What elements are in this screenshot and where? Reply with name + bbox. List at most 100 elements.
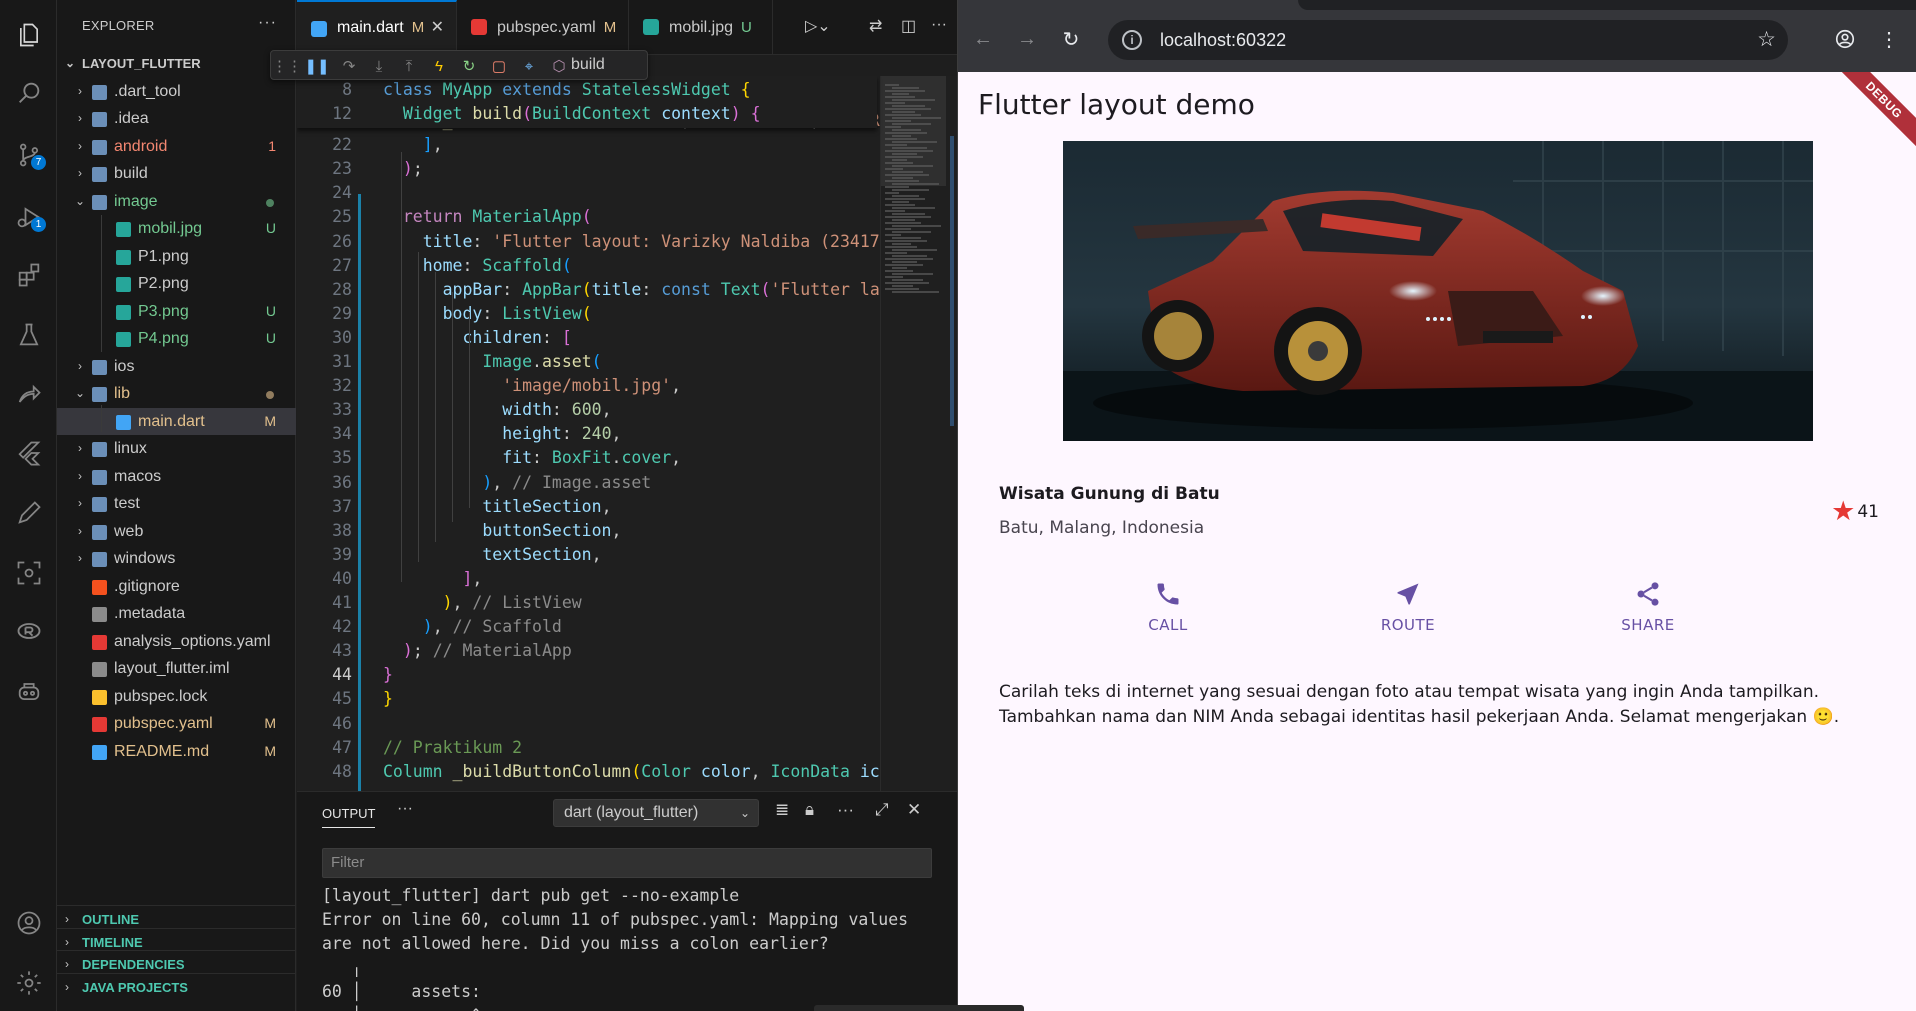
bookmark-star-icon[interactable]: ☆ — [1757, 20, 1776, 60]
tab-mobil-jpg[interactable]: mobil.jpg U — [629, 0, 773, 55]
remote-explorer-icon[interactable] — [12, 378, 46, 412]
code-line[interactable]: 45} — [297, 687, 877, 711]
call-button[interactable]: CALL — [1098, 580, 1238, 634]
panel-more-icon[interactable]: ··· — [397, 800, 413, 818]
code-line[interactable]: 27 home: Scaffold( — [297, 254, 877, 278]
devtools-icon[interactable]: ⌖ — [519, 56, 539, 76]
code-line[interactable]: 39 textSection, — [297, 543, 877, 567]
tree-item[interactable]: .gitignore — [57, 573, 296, 601]
drag-handle-icon[interactable]: ⋮⋮ — [272, 56, 302, 76]
code-line[interactable]: 43 ); // MaterialApp — [297, 639, 877, 663]
stop-icon[interactable]: ▢ — [489, 56, 509, 76]
code-line[interactable]: 38 buttonSection, — [297, 519, 877, 543]
tree-item[interactable]: pubspec.yaml M — [57, 710, 296, 738]
tree-item[interactable]: P1.png — [57, 243, 296, 271]
account-icon[interactable] — [12, 906, 46, 940]
run-icon[interactable]: ▷⌄ — [805, 16, 831, 36]
run-debug-icon[interactable]: 1 — [12, 200, 46, 234]
flutter-icon[interactable] — [12, 436, 46, 470]
tree-item[interactable]: › test — [57, 490, 296, 518]
code-line[interactable]: 26 title: 'Flutter layout: Varizky Naldi… — [297, 230, 899, 254]
tree-item[interactable]: › .idea — [57, 105, 296, 133]
code-line[interactable]: 28 appBar: AppBar(title: const Text('Flu… — [297, 278, 900, 302]
code-line[interactable]: 44} — [297, 663, 877, 687]
code-line[interactable]: 33 width: 600, — [297, 398, 877, 422]
code-line[interactable]: 48 Column _buildButtonColumn(Color color,… — [297, 760, 900, 784]
tree-item[interactable]: › web — [57, 518, 296, 546]
code-line[interactable]: 47 // Praktikum 2 — [297, 736, 877, 760]
extensions-icon[interactable] — [12, 258, 46, 292]
tree-item[interactable]: pubspec.lock — [57, 683, 296, 711]
code-line[interactable]: 24 — [297, 181, 877, 205]
tree-item[interactable]: P4.png U — [57, 325, 296, 353]
step-out-icon[interactable]: ⤒ — [399, 56, 419, 76]
editor-scrollbar[interactable] — [946, 76, 957, 791]
editor-more-icon[interactable]: ··· — [931, 16, 947, 34]
code-line[interactable]: 37 titleSection, — [297, 495, 877, 519]
tree-item[interactable]: ⌄ image — [57, 188, 296, 216]
code-line[interactable]: 32 'image/mobil.jpg', — [297, 374, 877, 398]
split-editor-icon[interactable]: ◫ — [901, 16, 916, 36]
code-editor[interactable]: 8 class MyApp extends StatelessWidget {12… — [297, 76, 957, 791]
code-line[interactable]: 46 — [297, 712, 877, 736]
code-line[interactable]: 42 ), // Scaffold — [297, 615, 877, 639]
compare-changes-icon[interactable]: ⇄ — [869, 16, 882, 36]
browser-menu-icon[interactable]: ⋮ — [1878, 28, 1900, 51]
step-over-icon[interactable]: ↷ — [339, 56, 359, 76]
tree-item[interactable]: ⌄ lib — [57, 380, 296, 408]
tree-item[interactable]: P3.png U — [57, 298, 296, 326]
tree-item[interactable]: layout_flutter.iml — [57, 655, 296, 683]
tree-item[interactable]: › build — [57, 160, 296, 188]
sticky-line[interactable]: 12 Widget build(BuildContext context) { — [297, 102, 877, 126]
testing-icon[interactable] — [12, 318, 46, 352]
tree-item[interactable]: main.dart M — [57, 407, 296, 435]
code-line[interactable]: 35 fit: BoxFit.cover, — [297, 446, 877, 470]
close-icon[interactable]: ✕ — [431, 2, 444, 53]
output-channel-select[interactable]: dart (layout_flutter) ⌄ — [553, 799, 759, 827]
address-bar[interactable]: i localhost:60322 ☆ — [1108, 20, 1788, 60]
edit-icon[interactable] — [12, 496, 46, 530]
tree-item[interactable]: README.md M — [57, 738, 296, 766]
step-into-icon[interactable]: ⤓ — [369, 56, 389, 76]
site-info-icon[interactable]: i — [1122, 30, 1142, 50]
tree-item[interactable]: .metadata — [57, 600, 296, 628]
project-root[interactable]: ⌄ LAYOUT_FLUTTER — [57, 50, 296, 78]
reload-icon[interactable]: ↻ — [1060, 28, 1082, 51]
section-java-projects[interactable]: › JAVA PROJECTS — [57, 972, 296, 1000]
tree-item[interactable]: mobil.jpg U — [57, 215, 296, 243]
forward-icon[interactable]: → — [1016, 28, 1038, 50]
minimap[interactable] — [880, 76, 947, 791]
maximize-panel-icon[interactable]: ⤢ — [875, 800, 889, 820]
search-icon[interactable] — [12, 76, 46, 110]
code-line[interactable]: 30 children: [ — [297, 326, 877, 350]
gitlens-icon[interactable] — [12, 614, 46, 648]
route-button[interactable]: ROUTE — [1338, 580, 1478, 634]
tree-item[interactable]: › ios — [57, 353, 296, 381]
close-panel-icon[interactable]: ✕ — [907, 800, 921, 820]
tab-output[interactable]: OUTPUT — [322, 806, 376, 828]
tree-item[interactable]: › linux — [57, 435, 296, 463]
sticky-line[interactable]: 8 class MyApp extends StatelessWidget { — [297, 78, 877, 102]
code-line[interactable]: 40 ], — [297, 567, 877, 591]
scan-icon[interactable] — [12, 556, 46, 590]
code-line[interactable]: 31 Image.asset( — [297, 350, 877, 374]
hot-reload-icon[interactable]: ϟ — [429, 56, 449, 76]
settings-gear-icon[interactable] — [12, 966, 46, 1000]
back-icon[interactable]: ← — [972, 28, 994, 50]
explorer-more-icon[interactable]: ··· — [258, 14, 277, 32]
code-line[interactable]: 25 return MaterialApp( — [297, 205, 877, 229]
tree-item[interactable]: › android 1 — [57, 133, 296, 161]
tree-item[interactable]: analysis_options.yaml — [57, 628, 296, 656]
tree-item[interactable]: › .dart_tool — [57, 78, 296, 106]
explorer-icon[interactable] — [12, 18, 46, 52]
code-line[interactable]: 36 ), // Image.asset — [297, 471, 877, 495]
copilot-icon[interactable] — [12, 674, 46, 708]
code-line[interactable]: 41 ), // ListView — [297, 591, 877, 615]
source-control-icon[interactable]: 7 — [12, 138, 46, 172]
share-button[interactable]: SHARE — [1578, 580, 1718, 634]
tree-item[interactable]: P2.png — [57, 270, 296, 298]
code-line[interactable]: 29 body: ListView( — [297, 302, 877, 326]
lock-icon[interactable]: 🔒︎ — [805, 800, 814, 820]
output-more-icon[interactable]: ··· — [837, 800, 854, 820]
tab-main-dart[interactable]: main.dart M ✕ — [297, 0, 457, 55]
